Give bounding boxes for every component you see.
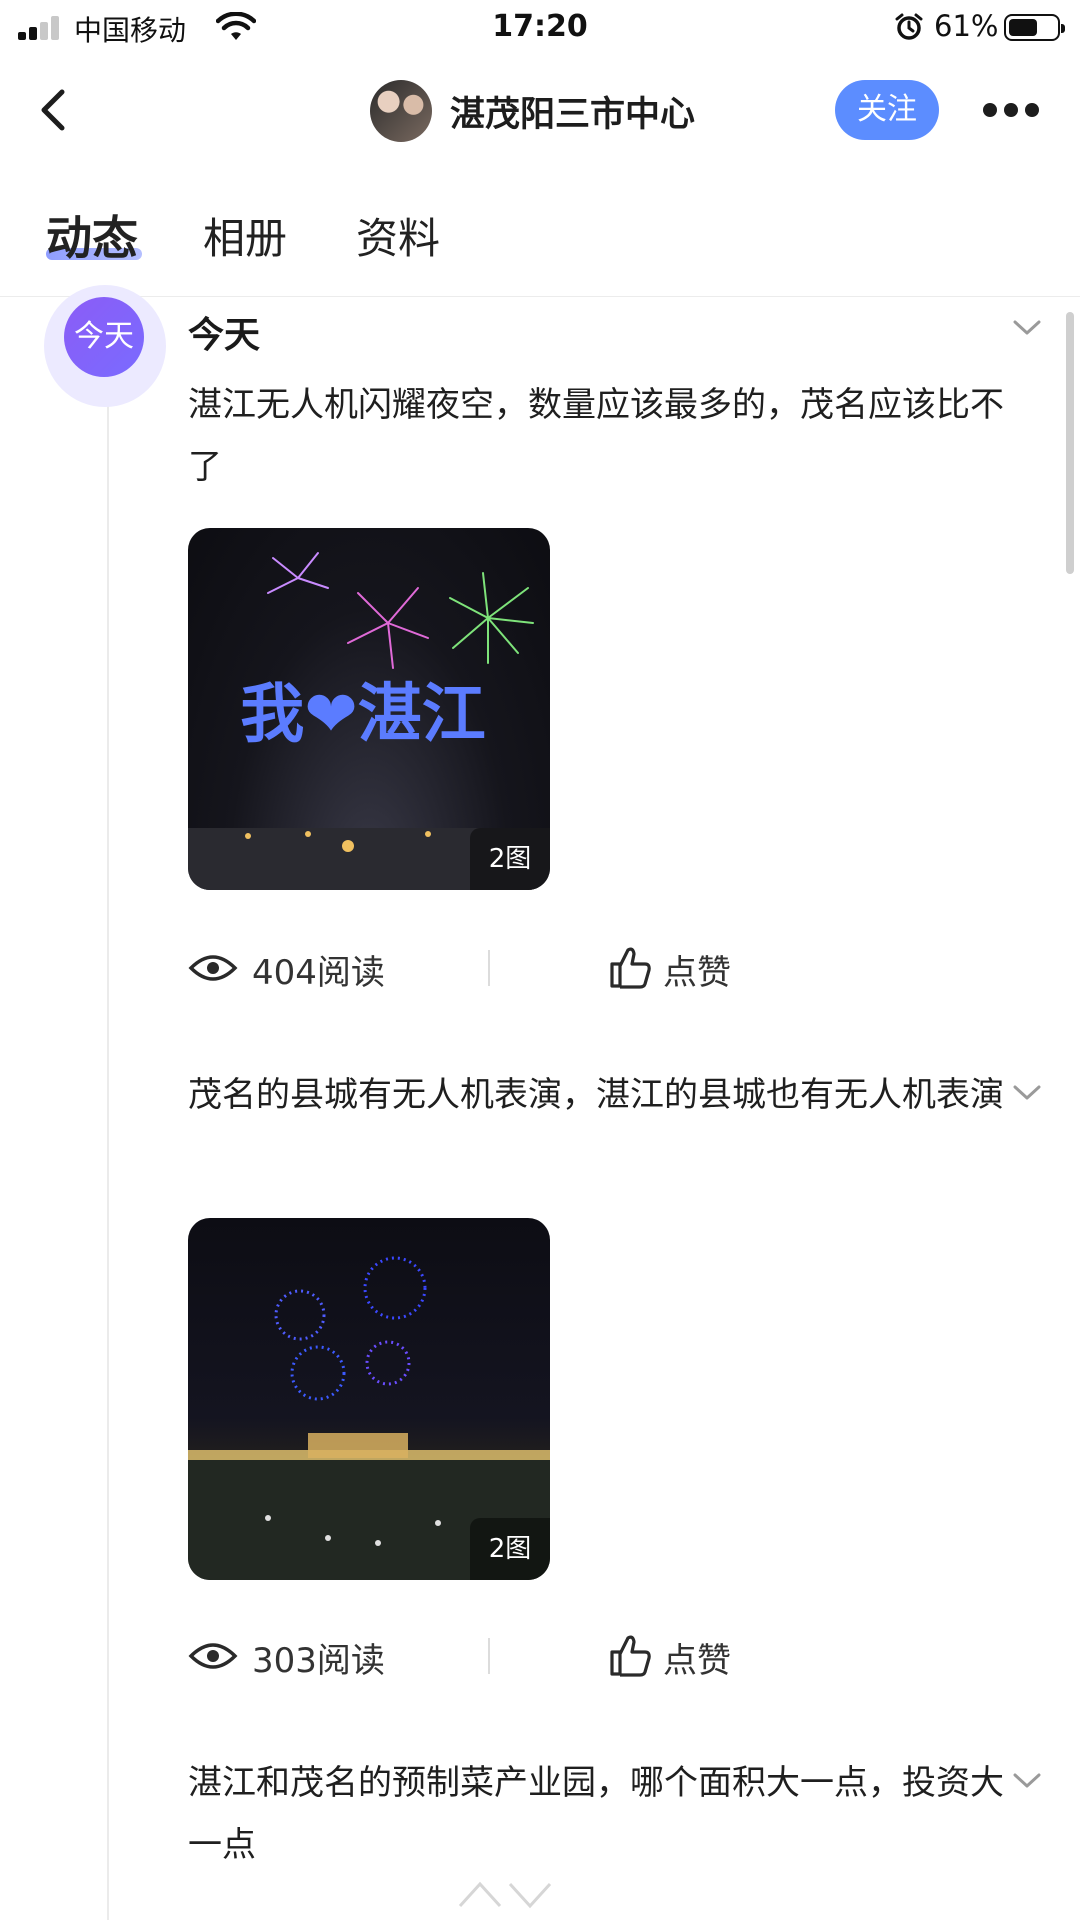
- divider: [488, 1638, 490, 1674]
- watermark-logo: [440, 1876, 640, 1916]
- post-stats: 404阅读 点赞: [188, 938, 748, 998]
- divider: [488, 950, 490, 986]
- tab-profile[interactable]: 资料: [356, 205, 440, 266]
- date-heading: 今天: [188, 315, 261, 356]
- divider: [0, 296, 1080, 297]
- post-text[interactable]: 湛江和茂名的预制菜产业园，哪个面积大一点，投资大一点: [188, 1752, 1018, 1876]
- tab-album[interactable]: 相册: [203, 205, 287, 266]
- post-text[interactable]: 茂名的县城有无人机表演，湛江的县城也有无人机表演: [188, 1064, 1018, 1126]
- battery-percent: 61%: [934, 9, 999, 43]
- chevron-down-icon[interactable]: [1012, 318, 1042, 338]
- date-badge: 今天: [44, 285, 166, 407]
- eye-icon: [188, 1643, 238, 1669]
- more-options-button[interactable]: [975, 90, 1045, 130]
- date-badge-label: 今天: [64, 297, 144, 377]
- read-count: 404阅读: [252, 953, 385, 993]
- status-bar: 中国移动 17:20 61%: [0, 0, 1080, 56]
- dot-icon: [1025, 103, 1039, 117]
- like-label: 点赞: [663, 953, 731, 993]
- thumbs-up-icon: [610, 1635, 651, 1677]
- like-button[interactable]: 点赞: [608, 1626, 748, 1686]
- tab-feed[interactable]: 动态: [46, 202, 138, 268]
- dot-icon: [1004, 103, 1018, 117]
- follow-button[interactable]: 关注: [835, 80, 939, 140]
- group-avatar[interactable]: [370, 80, 432, 142]
- page-title: 湛茂阳三市中心: [450, 95, 696, 135]
- post-image[interactable]: 2图: [188, 1218, 550, 1580]
- tab-bar: 动态 相册 资料: [0, 190, 1080, 280]
- dot-icon: [983, 103, 997, 117]
- chevron-down-icon[interactable]: [1012, 1083, 1042, 1103]
- timeline-line: [107, 360, 109, 1920]
- alarm-icon: [895, 13, 923, 40]
- scrollbar[interactable]: [1066, 312, 1074, 574]
- eye-icon: [188, 955, 238, 981]
- thumbs-up-icon: [610, 947, 651, 989]
- battery-icon: [1004, 14, 1065, 41]
- post-stats: 303阅读 点赞: [188, 1626, 748, 1686]
- back-button[interactable]: [26, 80, 82, 140]
- read-count: 303阅读: [252, 1641, 385, 1681]
- like-button[interactable]: 点赞: [608, 938, 748, 998]
- image-count-badge: 2图: [470, 828, 550, 890]
- like-label: 点赞: [663, 1641, 731, 1681]
- chevron-down-icon[interactable]: [1012, 1771, 1042, 1791]
- top-navigation-bar: 湛茂阳三市中心 关注: [0, 60, 1080, 160]
- image-caption: 我❤湛江: [240, 678, 486, 752]
- post-text[interactable]: 湛江无人机闪耀夜空，数量应该最多的，茂名应该比不了: [188, 374, 1018, 498]
- image-count-badge: 2图: [470, 1518, 550, 1580]
- post-image[interactable]: 我❤湛江 2图: [188, 528, 550, 890]
